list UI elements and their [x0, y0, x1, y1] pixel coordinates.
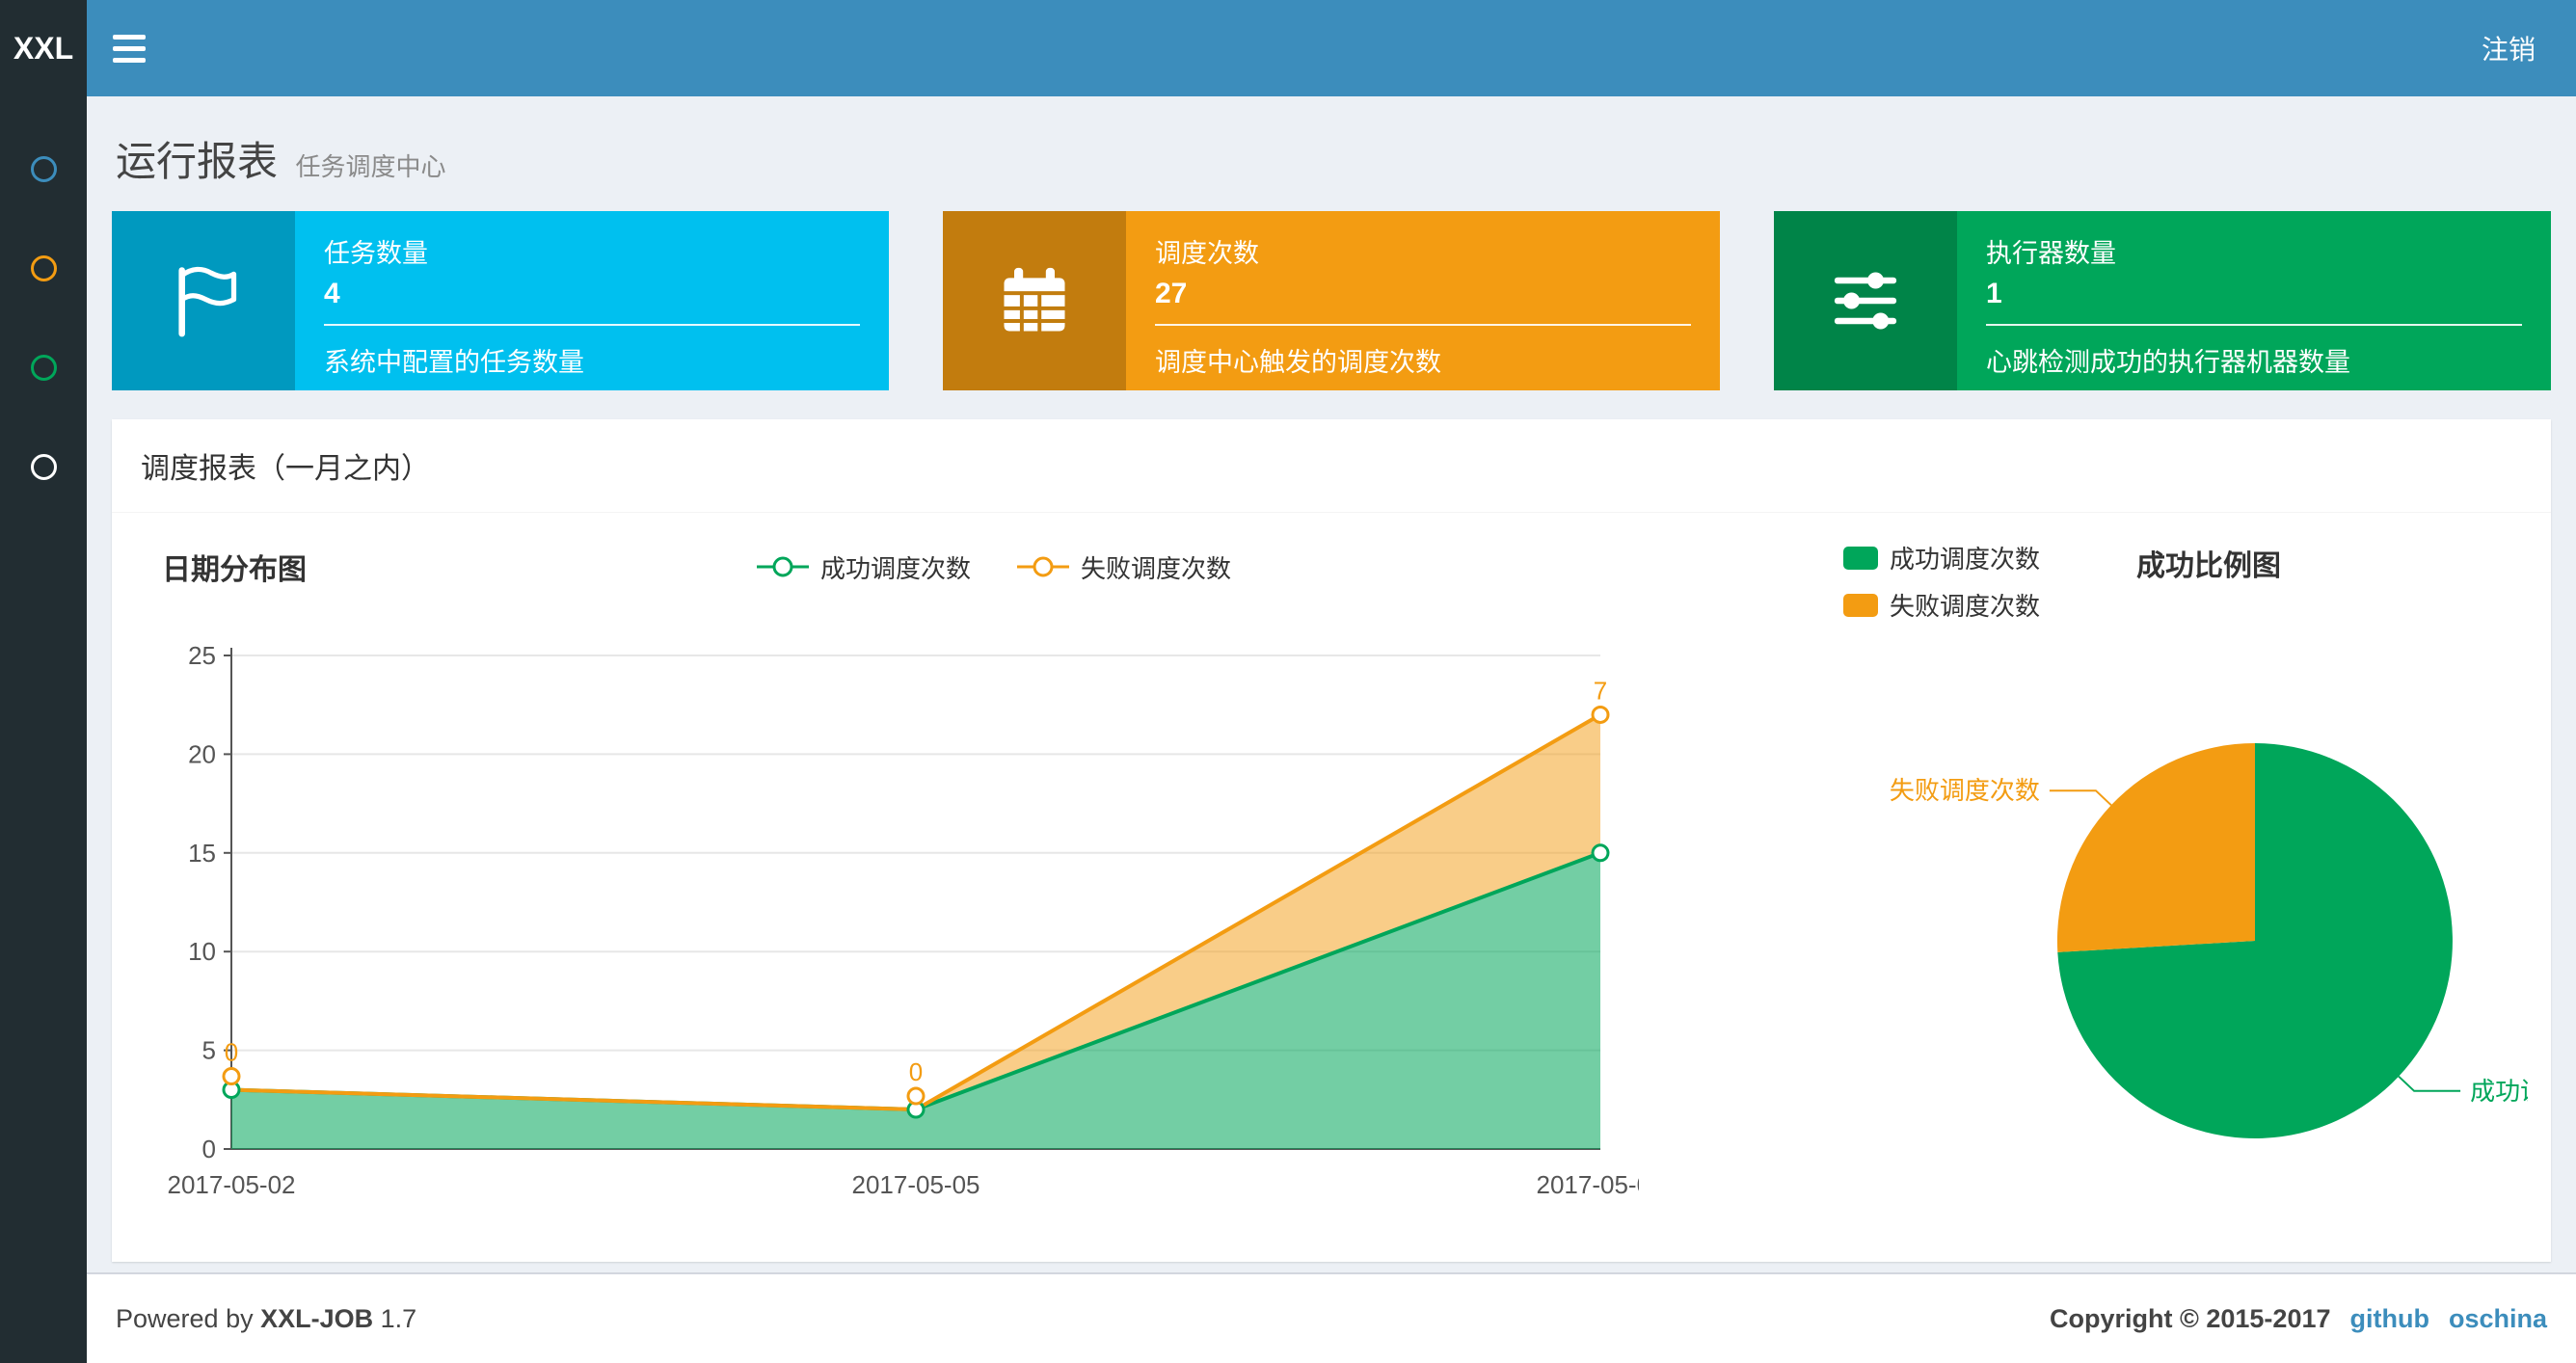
flag-icon [178, 266, 237, 337]
date-distribution-chart[interactable]: 05101520252017-05-022017-05-052017-05-08… [135, 594, 1665, 1230]
svg-text:0: 0 [909, 1057, 923, 1086]
circle-outline-icon [30, 156, 57, 182]
copyright-text: Copyright © 2015-2017 [2049, 1303, 2331, 1333]
circle-outline-icon [30, 255, 57, 281]
line-marker-icon [756, 556, 809, 577]
page-title: 运行报表 [116, 139, 279, 184]
footer: Powered by XXL-JOB 1.7 Copyright © 2015-… [87, 1272, 2576, 1363]
report-panel: 调度报表（一月之内） 日期分布图 成功调度次数 失败调度次数 0 5 10 15… [112, 419, 2576, 1262]
pie-legend-swatch [1843, 546, 1878, 570]
svg-text:0: 0 [225, 1038, 238, 1067]
info-box: 执行器数量 1 心跳检测成功的执行器机器数量 [1774, 211, 2551, 390]
success-ratio-section: 成功调度次数 失败调度次数 成功比例图 成功调度次数 失败调度次数 [1679, 540, 2576, 1235]
app-root: XXL 注销 运行报表 任务调度中心 任务数量 4 系统中配置的任务数量 调度次… [0, 0, 2576, 1363]
svg-text:失败调度次数: 失败调度次数 [1890, 776, 2040, 805]
info-box-value: 27 [1155, 278, 1188, 309]
info-box-desc: 系统中配置的任务数量 [324, 348, 584, 377]
info-box-label: 任务数量 [324, 239, 428, 268]
line-marker-icon [1017, 556, 1069, 577]
product-name: XXL-JOB [260, 1303, 374, 1333]
circle-outline-icon [30, 355, 57, 381]
circle-outline-icon [30, 454, 57, 480]
svg-text:15: 15 [188, 839, 216, 868]
svg-text:20: 20 [188, 739, 216, 768]
svg-text:2017-05-02: 2017-05-02 [168, 1170, 296, 1199]
calendar-icon [1004, 267, 1065, 332]
sidebar-item-2[interactable] [0, 219, 87, 318]
page-subtitle: 任务调度中心 [295, 152, 446, 181]
top-navbar: XXL 注销 [0, 0, 2576, 96]
success-ratio-pie-chart[interactable]: 成功调度次数 失败调度次数 [1679, 594, 2576, 1172]
sidebar-item-1[interactable] [0, 120, 87, 219]
menu-toggle-icon [113, 34, 146, 40]
svg-text:10: 10 [188, 937, 216, 966]
info-box-label: 执行器数量 [1986, 239, 2116, 268]
line-legend-item[interactable]: 成功调度次数 [755, 549, 971, 585]
sliders-icon [1834, 272, 1897, 330]
date-distribution-section: 日期分布图 成功调度次数 失败调度次数 0 5 10 15 20 25 2017… [135, 540, 1679, 1235]
info-box-desc: 调度中心触发的调度次数 [1155, 348, 1441, 377]
github-link[interactable]: github [2350, 1304, 2429, 1334]
svg-text:成功调度次数: 成功调度次数 [2470, 1077, 2528, 1106]
powered-by-text: Powered by XXL-JOB 1.7 [116, 1303, 417, 1333]
sidebar [0, 96, 87, 1363]
svg-text:7: 7 [1594, 676, 1607, 705]
line-legend-item[interactable]: 失败调度次数 [1015, 549, 1231, 585]
svg-text:2017-05-05: 2017-05-05 [852, 1170, 980, 1199]
sidebar-item-4[interactable] [0, 417, 87, 517]
sidebar-toggle-button[interactable] [87, 0, 172, 96]
line-chart-title: 日期分布图 [162, 554, 307, 586]
pie-legend-item[interactable]: 成功调度次数 [1843, 540, 2040, 575]
oschina-link[interactable]: oschina [2449, 1304, 2547, 1334]
logo[interactable]: XXL [0, 0, 87, 96]
info-box-label: 调度次数 [1155, 239, 1259, 268]
svg-text:25: 25 [188, 641, 216, 670]
line-chart-legend: 成功调度次数 失败调度次数 [307, 549, 1679, 585]
info-box: 任务数量 4 系统中配置的任务数量 [112, 211, 889, 390]
info-box-row: 任务数量 4 系统中配置的任务数量 调度次数 27 调度中心触发的调度次数 执行… [87, 211, 2576, 390]
sidebar-item-3[interactable] [0, 318, 87, 417]
svg-text:2017-05-08: 2017-05-08 [1537, 1170, 1640, 1199]
content-area: 运行报表 任务调度中心 任务数量 4 系统中配置的任务数量 调度次数 27 调度… [87, 96, 2576, 1272]
content-header: 运行报表 任务调度中心 [87, 96, 2576, 211]
info-box-desc: 心跳检测成功的执行器机器数量 [1986, 348, 2350, 377]
svg-text:0: 0 [202, 1135, 216, 1163]
info-box-value: 1 [1986, 278, 2002, 309]
info-box-value: 4 [324, 278, 340, 309]
info-box: 调度次数 27 调度中心触发的调度次数 [943, 211, 1720, 390]
svg-text:5: 5 [202, 1036, 216, 1065]
logout-link[interactable]: 注销 [2441, 0, 2576, 96]
panel-title: 调度报表（一月之内） [112, 419, 2551, 513]
pie-chart-title: 成功比例图 [2136, 550, 2282, 582]
